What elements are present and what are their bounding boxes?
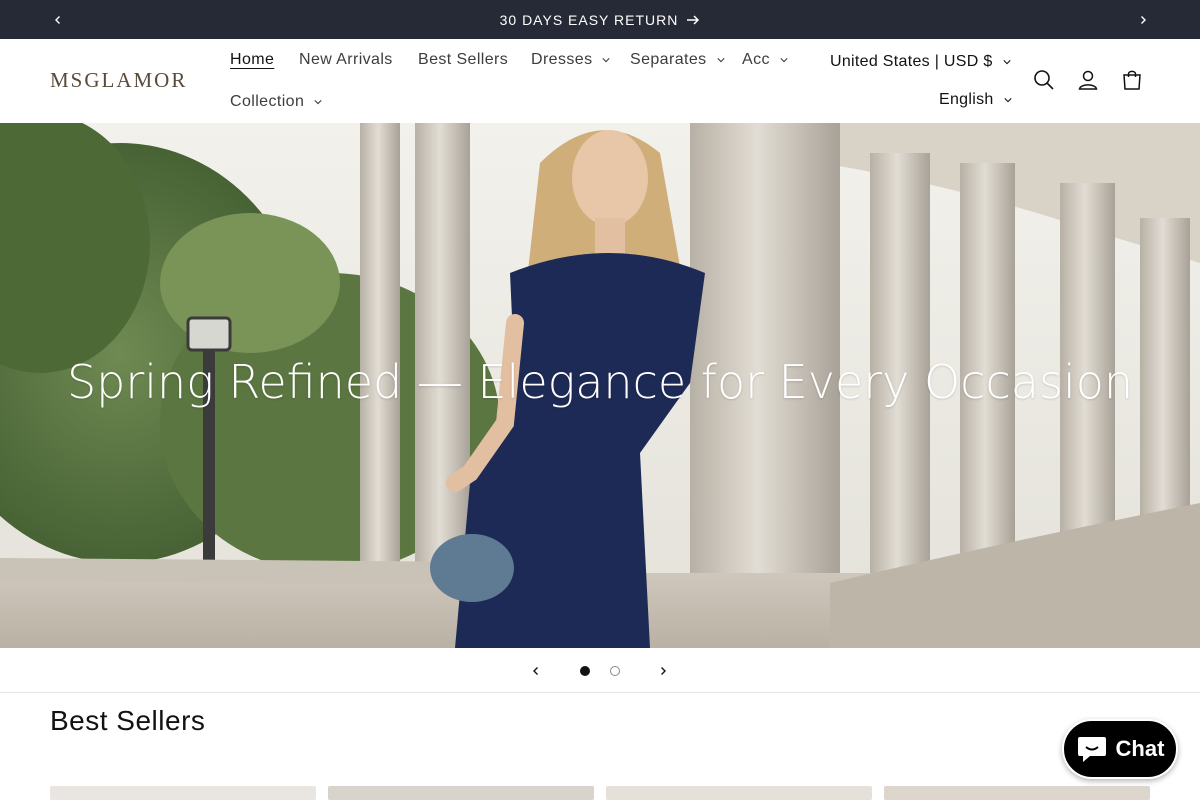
slider-controls [0, 648, 1200, 693]
account-button[interactable] [1075, 67, 1101, 93]
hero-slideshow: Spring Refined — Elegance for Every Occa… [0, 123, 1200, 648]
announcement-text: 30 DAYS EASY RETURN [499, 11, 679, 28]
nav-dresses-label: Dresses [531, 51, 593, 68]
account-icon [1078, 70, 1098, 90]
product-card[interactable] [50, 786, 316, 800]
nav-separates[interactable]: Separates [630, 51, 725, 69]
product-card[interactable] [606, 786, 872, 800]
nav-best-sellers-label: Best Sellers [418, 51, 509, 68]
nav-acc-label: Acc [742, 51, 770, 68]
chat-bubble-icon [1077, 737, 1106, 762]
nav-new-arrivals-label: New Arrivals [299, 51, 393, 68]
product-card[interactable] [328, 786, 594, 800]
announcement-next-button[interactable] [1123, 0, 1163, 39]
search-icon [1034, 70, 1054, 90]
chevron-down-icon [716, 58, 725, 63]
nav-new-arrivals[interactable]: New Arrivals [299, 51, 393, 69]
best-sellers-heading: Best Sellers [50, 705, 206, 736]
nav-acc[interactable]: Acc [742, 51, 788, 69]
nav-best-sellers[interactable]: Best Sellers [418, 51, 508, 69]
chevron-down-icon [1003, 98, 1012, 103]
chevron-left-icon [533, 667, 538, 675]
product-grid [50, 786, 1150, 800]
product-card[interactable] [884, 786, 1150, 800]
slide-dot-1[interactable] [580, 666, 590, 676]
language-label: English [939, 91, 994, 108]
cart-icon [1123, 70, 1141, 90]
nav-collection[interactable]: Collection [230, 93, 322, 111]
search-button[interactable] [1031, 67, 1057, 93]
slide-prev-button[interactable] [524, 659, 548, 683]
country-selector[interactable]: United States | USD $ [830, 53, 1011, 71]
nav-collection-label: Collection [230, 93, 305, 110]
hero-title: Spring Refined — Elegance for Every Occa… [66, 355, 1134, 409]
chat-label: Chat [1115, 736, 1165, 761]
nav-separates-label: Separates [630, 51, 707, 68]
announcement-bar: 30 DAYS EASY RETURN [0, 0, 1200, 39]
chevron-down-icon [602, 58, 611, 63]
slide-dot-2[interactable] [610, 666, 620, 676]
nav-home-label: Home [230, 51, 275, 68]
announcement-link[interactable]: 30 DAYS EASY RETURN [0, 0, 1200, 39]
chevron-down-icon [780, 58, 788, 63]
arrow-right-icon [687, 14, 700, 25]
chevron-right-icon [1141, 15, 1146, 24]
site-logo[interactable]: MSGLAMOR [50, 68, 187, 93]
chevron-down-icon [1002, 60, 1011, 65]
country-label: United States | USD $ [830, 53, 993, 70]
nav-dresses[interactable]: Dresses [531, 51, 611, 69]
nav-home[interactable]: Home [230, 51, 274, 69]
chevron-right-icon [661, 667, 666, 675]
cart-button[interactable] [1119, 67, 1145, 93]
slide-next-button[interactable] [651, 659, 675, 683]
chevron-down-icon [314, 100, 322, 105]
language-selector[interactable]: English [939, 91, 1012, 109]
chat-button[interactable]: Chat [1062, 719, 1178, 779]
site-header: MSGLAMOR Home New Arrivals Best Sellers … [0, 39, 1200, 123]
